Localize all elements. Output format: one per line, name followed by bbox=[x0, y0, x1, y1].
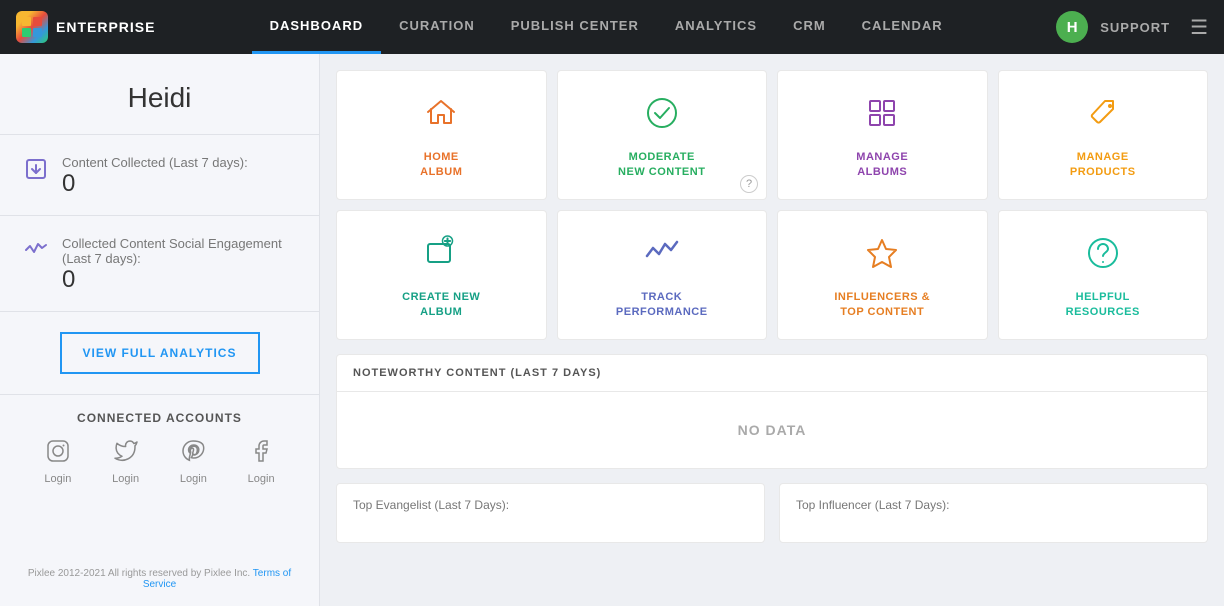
manage-products-card[interactable]: MANAGEPRODUCTS bbox=[998, 70, 1209, 200]
question-icon[interactable]: ? bbox=[740, 175, 758, 193]
social-engagement-info: Collected Content Social Engagement (Las… bbox=[62, 236, 295, 295]
download-icon bbox=[24, 157, 48, 187]
instagram-login[interactable]: Login bbox=[44, 439, 71, 485]
nav-crm[interactable]: CRM bbox=[775, 0, 844, 54]
social-engagement-value: 0 bbox=[62, 266, 295, 295]
top-influencer-label: Top Influencer (Last 7 Days): bbox=[796, 498, 1191, 512]
manage-albums-card[interactable]: MANAGEALBUMS bbox=[777, 70, 988, 200]
home-album-card[interactable]: HOMEALBUM bbox=[336, 70, 547, 200]
create-new-album-card[interactable]: CREATE NEWALBUM bbox=[336, 210, 547, 340]
house-icon bbox=[422, 94, 460, 140]
grid-icon bbox=[863, 94, 901, 140]
track-performance-label: TRACKPERFORMANCE bbox=[616, 290, 708, 321]
analytics-icon bbox=[24, 238, 48, 268]
content-collected-value: 0 bbox=[62, 170, 248, 199]
manage-albums-label: MANAGEALBUMS bbox=[856, 150, 908, 181]
top-evangelist-label: Top Evangelist (Last 7 Days): bbox=[353, 498, 748, 512]
brand-logo bbox=[16, 11, 48, 43]
instagram-icon bbox=[46, 439, 70, 469]
plus-album-icon bbox=[422, 234, 460, 280]
wave-icon bbox=[643, 234, 681, 280]
twitter-login[interactable]: Login bbox=[112, 439, 139, 485]
check-circle-icon bbox=[643, 94, 681, 140]
influencers-top-content-label: INFLUENCERS &TOP CONTENT bbox=[834, 290, 930, 321]
top-navigation: ENTERPRISE DASHBOARD CURATION PUBLISH CE… bbox=[0, 0, 1224, 54]
nav-analytics[interactable]: ANALYTICS bbox=[657, 0, 775, 54]
view-full-analytics-button[interactable]: VIEW FULL ANALYTICS bbox=[60, 332, 260, 374]
noteworthy-section: NOTEWORTHY CONTENT (LAST 7 DAYS) NO DATA bbox=[336, 354, 1208, 469]
content-collected-info: Content Collected (Last 7 days): 0 bbox=[62, 155, 248, 199]
nav-right: H SUPPORT ☰ bbox=[1056, 11, 1208, 43]
helpful-resources-label: HELPFULRESOURCES bbox=[1066, 290, 1140, 321]
copyright: Pixlee 2012-2021 All rights reserved by … bbox=[0, 568, 319, 590]
instagram-login-label: Login bbox=[44, 473, 71, 485]
connected-accounts-title: CONNECTED ACCOUNTS bbox=[24, 411, 295, 425]
page-body: Heidi Content Collected (Last 7 days): 0 bbox=[0, 54, 1224, 606]
influencers-top-content-card[interactable]: INFLUENCERS &TOP CONTENT bbox=[777, 210, 988, 340]
pinterest-icon bbox=[181, 439, 205, 469]
star-icon bbox=[863, 234, 901, 280]
content-collected-section: Content Collected (Last 7 days): 0 bbox=[0, 135, 319, 216]
nav-calendar[interactable]: CALENDAR bbox=[844, 0, 961, 54]
facebook-login[interactable]: Login bbox=[248, 439, 275, 485]
support-link[interactable]: SUPPORT bbox=[1100, 20, 1170, 35]
tag-icon bbox=[1084, 94, 1122, 140]
twitter-login-label: Login bbox=[112, 473, 139, 485]
top-influencer-card: Top Influencer (Last 7 Days): bbox=[779, 483, 1208, 543]
brand-name: ENTERPRISE bbox=[56, 19, 155, 35]
content-collected-label: Content Collected (Last 7 days): bbox=[62, 155, 248, 170]
nav-curation[interactable]: CURATION bbox=[381, 0, 493, 54]
noteworthy-empty: NO DATA bbox=[337, 392, 1207, 468]
left-panel: Heidi Content Collected (Last 7 days): 0 bbox=[0, 54, 320, 606]
help-circle-icon bbox=[1084, 234, 1122, 280]
hamburger-icon[interactable]: ☰ bbox=[1190, 15, 1208, 40]
social-engagement-label: Collected Content Social Engagement (Las… bbox=[62, 236, 295, 266]
facebook-icon bbox=[249, 439, 273, 469]
pinterest-login[interactable]: Login bbox=[180, 439, 207, 485]
twitter-icon bbox=[114, 439, 138, 469]
quick-actions-grid: HOMEALBUM MODERATENEW CONTENT ? bbox=[336, 70, 1208, 340]
pinterest-login-label: Login bbox=[180, 473, 207, 485]
manage-products-label: MANAGEPRODUCTS bbox=[1070, 150, 1136, 181]
brand: ENTERPRISE bbox=[16, 11, 156, 43]
nav-dashboard[interactable]: DASHBOARD bbox=[252, 0, 382, 54]
facebook-login-label: Login bbox=[248, 473, 275, 485]
top-evangelist-card: Top Evangelist (Last 7 Days): bbox=[336, 483, 765, 543]
user-name: Heidi bbox=[16, 82, 303, 114]
track-performance-card[interactable]: TRACKPERFORMANCE bbox=[557, 210, 768, 340]
social-engagement-section: Collected Content Social Engagement (Las… bbox=[0, 216, 319, 312]
copyright-text: Pixlee 2012-2021 All rights reserved by … bbox=[28, 568, 250, 579]
nav-publish-center[interactable]: PUBLISH CENTER bbox=[493, 0, 657, 54]
create-new-album-label: CREATE NEWALBUM bbox=[402, 290, 480, 321]
home-album-label: HOMEALBUM bbox=[420, 150, 462, 181]
moderate-new-content-card[interactable]: MODERATENEW CONTENT ? bbox=[557, 70, 768, 200]
noteworthy-header: NOTEWORTHY CONTENT (LAST 7 DAYS) bbox=[337, 355, 1207, 392]
bottom-cards: Top Evangelist (Last 7 Days): Top Influe… bbox=[336, 483, 1208, 543]
social-icons-row: Login Login Login bbox=[24, 439, 295, 485]
user-name-section: Heidi bbox=[0, 54, 319, 135]
user-avatar[interactable]: H bbox=[1056, 11, 1088, 43]
right-panel: HOMEALBUM MODERATENEW CONTENT ? bbox=[320, 54, 1224, 606]
helpful-resources-card[interactable]: HELPFULRESOURCES bbox=[998, 210, 1209, 340]
nav-links: DASHBOARD CURATION PUBLISH CENTER ANALYT… bbox=[156, 0, 1056, 54]
moderate-new-content-label: MODERATENEW CONTENT bbox=[618, 150, 705, 181]
connected-accounts-section: CONNECTED ACCOUNTS Login bbox=[0, 394, 319, 501]
